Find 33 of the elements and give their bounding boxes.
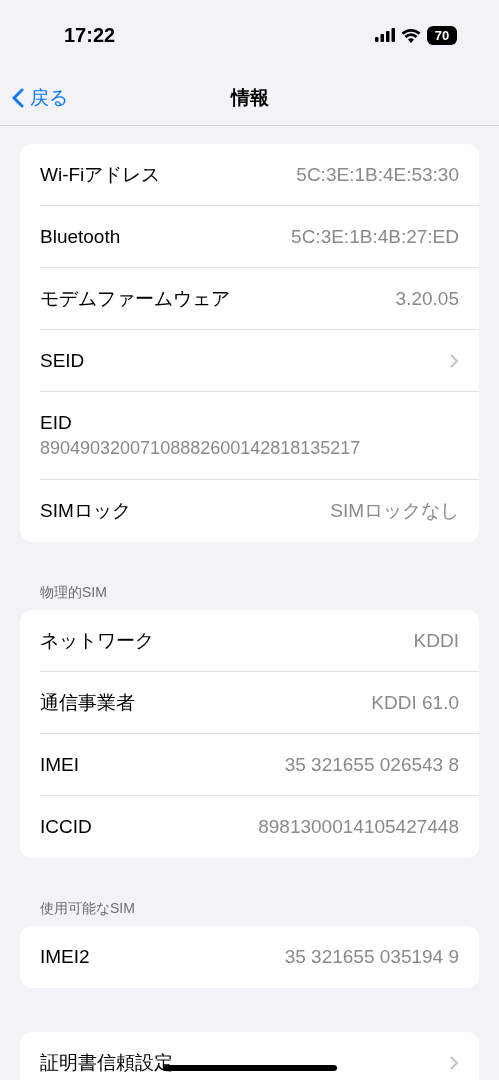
wifi-icon <box>401 27 421 43</box>
row-value: 89049032007108882600142818135217 <box>40 438 362 459</box>
row-value: KDDI 61.0 <box>371 691 459 714</box>
row-label: EID <box>40 412 73 434</box>
back-button[interactable]: 戻る <box>0 84 68 111</box>
back-chevron-icon <box>12 87 24 108</box>
row-value: 5C:3E:1B:4E:53:30 <box>296 163 459 186</box>
row-label: Wi-Fiアドレス <box>40 162 161 187</box>
row-label: IMEI2 <box>40 946 90 968</box>
row-label: IMEI <box>40 753 80 776</box>
section-header: 物理的SIM <box>39 584 108 602</box>
section-header: 使用可能なSIM <box>39 900 136 918</box>
row-label: 通信事業者 <box>40 690 135 715</box>
row-value: 35 321655 026543 8 <box>284 753 459 776</box>
list-row[interactable]: SEID <box>40 330 479 392</box>
page-title: 情報 <box>230 85 269 110</box>
row-label: モデムファームウェア <box>40 286 230 311</box>
row-label: SIMロック <box>40 499 131 523</box>
row-label: Bluetooth <box>40 225 121 248</box>
signal-icon <box>375 28 395 42</box>
chevron-icon <box>449 1055 459 1071</box>
row-label: ネットワーク <box>40 628 154 653</box>
row-value: KDDI <box>413 629 459 652</box>
status-time: 17:22 <box>64 23 116 47</box>
chevron-icon <box>449 352 459 369</box>
row-label: ICCID <box>40 816 92 838</box>
row-value: 35 321655 035194 9 <box>284 946 459 968</box>
row-value: 3.20.05 <box>395 287 459 310</box>
row-value: 5C:3E:1B:4B:27:ED <box>291 225 459 248</box>
row-value: SIMロックなし <box>330 499 459 523</box>
row-value: 8981300014105427448 <box>258 816 459 838</box>
battery-level: 70 <box>427 25 457 45</box>
row-label: SEID <box>40 349 85 372</box>
